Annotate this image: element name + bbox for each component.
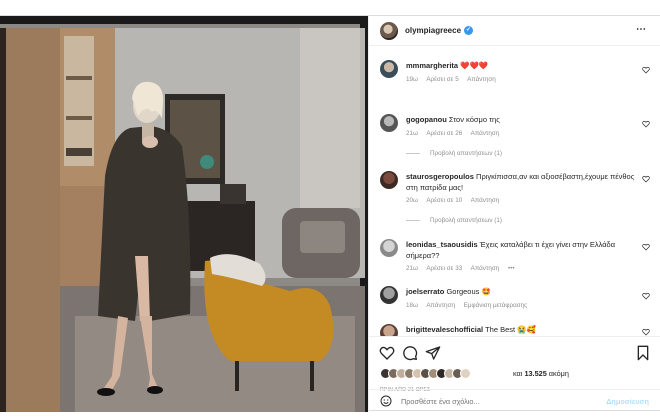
comment-avatar[interactable] <box>380 114 398 132</box>
comment-time: 21ω <box>406 130 418 137</box>
comment-item: staurosgeropoulos Πριγκίπισσα,αν και αξι… <box>380 171 650 231</box>
comment-body: ❤️❤️❤️ <box>460 61 489 70</box>
likes-count[interactable]: και 13.525 ακόμη <box>513 369 569 378</box>
instagram-post-modal: olympiagreece ✓ ⋯ mmmargherita ❤️❤️❤️ 19… <box>0 15 660 412</box>
comment-meta: 21ω Αρέσει σε 33 Απάντηση ••• <box>406 265 522 272</box>
comment-meta: 20ω Αρέσει σε 10 Απάντηση <box>406 197 506 204</box>
like-comment-heart-icon[interactable] <box>642 292 650 300</box>
like-comment-heart-icon[interactable] <box>642 66 650 74</box>
reply-button[interactable]: Απάντηση <box>471 197 500 204</box>
likers-avatars[interactable] <box>380 367 471 379</box>
comment-meta: 19ω Αρέσει σε 5 Απάντηση <box>406 76 503 83</box>
comment-text: leonidas_tsaousidis Έχεις καταλάβει τι έ… <box>406 240 636 261</box>
photo-image <box>0 16 368 412</box>
post-side-panel: olympiagreece ✓ ⋯ mmmargherita ❤️❤️❤️ 19… <box>368 16 660 412</box>
comment-item: gogopanou Στον κόσμο της 21ω Αρέσει σε 2… <box>380 114 650 164</box>
bookmark-icon[interactable] <box>635 345 651 361</box>
comment-time: 20ω <box>406 197 418 204</box>
more-icon[interactable]: ⋯ <box>636 24 647 35</box>
comment-avatar[interactable] <box>380 324 398 336</box>
like-comment-heart-icon[interactable] <box>642 175 650 183</box>
comment-username[interactable]: brigittevaleschofficial <box>406 325 483 334</box>
comment-text: mmmargherita ❤️❤️❤️ <box>406 61 636 72</box>
share-icon[interactable] <box>425 345 441 361</box>
comment-likes[interactable]: Αρέσει σε 26 <box>426 130 462 137</box>
likes-suffix: ακόμη <box>546 369 569 378</box>
comment-body: The Best 😭🥰 <box>485 325 536 334</box>
comment-avatar[interactable] <box>380 239 398 257</box>
reply-button[interactable]: Απάντηση <box>426 302 455 309</box>
comment-username[interactable]: mmmargherita <box>406 61 458 70</box>
view-replies-button[interactable]: Προβολή απαντήσεων (1) <box>406 150 502 157</box>
reply-button[interactable]: Απάντηση <box>471 130 500 137</box>
comment-text: gogopanou Στον κόσμο της <box>406 115 636 126</box>
comment-avatar[interactable] <box>380 171 398 189</box>
comment-text: staurosgeropoulos Πριγκίπισσα,αν και αξι… <box>406 172 636 193</box>
comment-item: mmmargherita ❤️❤️❤️ 19ω Αρέσει σε 5 Απάν… <box>380 60 650 96</box>
comment-icon[interactable] <box>402 345 418 361</box>
comment-username[interactable]: gogopanou <box>406 115 447 124</box>
comment-text: joelserrato Gorgeous 🤩 <box>406 287 636 298</box>
comment-username[interactable]: staurosgeropoulos <box>406 172 474 181</box>
comment-body: Στον κόσμο της <box>448 115 500 124</box>
author-username[interactable]: olympiagreece <box>405 26 461 35</box>
comment-likes[interactable]: Αρέσει σε 10 <box>426 197 462 204</box>
comment-time: 21ω <box>406 265 418 272</box>
add-comment-bar: Δημοσίευση <box>369 389 660 412</box>
comment-time: 19ω <box>406 76 418 83</box>
comment-meta: 18ω Απάντηση Εμφάνιση μετάφρασης <box>406 302 534 309</box>
verified-icon: ✓ <box>464 26 474 35</box>
comment-input[interactable] <box>401 397 581 406</box>
comment-options-icon[interactable]: ••• <box>508 265 515 272</box>
show-translation-button[interactable]: Εμφάνιση μετάφρασης <box>464 302 527 309</box>
like-comment-heart-icon[interactable] <box>642 120 650 128</box>
comment-avatar[interactable] <box>380 60 398 78</box>
reply-button[interactable]: Απάντηση <box>467 76 496 83</box>
author-avatar[interactable] <box>380 21 398 40</box>
like-comment-heart-icon[interactable] <box>642 243 650 251</box>
comment-text: brigittevaleschofficial The Best 😭🥰 <box>406 325 636 336</box>
emoji-icon[interactable] <box>380 395 392 407</box>
post-header: olympiagreece ✓ ⋯ <box>369 16 660 46</box>
comments-list: mmmargherita ❤️❤️❤️ 19ω Αρέσει σε 5 Απάν… <box>369 46 660 336</box>
comment-item: joelserrato Gorgeous 🤩 18ω Απάντηση Εμφά… <box>380 286 650 316</box>
comment-meta: 21ω Αρέσει σε 26 Απάντηση <box>406 130 506 137</box>
reply-button[interactable]: Απάντηση <box>471 265 500 272</box>
view-replies-button[interactable]: Προβολή απαντήσεων (1) <box>406 217 502 224</box>
comment-time: 18ω <box>406 302 418 309</box>
heart-icon[interactable] <box>379 345 395 361</box>
like-comment-heart-icon[interactable] <box>642 328 650 336</box>
post-comment-button[interactable]: Δημοσίευση <box>606 397 649 406</box>
comment-item: brigittevaleschofficial The Best 😭🥰 <box>380 324 650 336</box>
comment-item: leonidas_tsaousidis Έχεις καταλάβει τι έ… <box>380 239 650 275</box>
comment-body: Gorgeous 🤩 <box>446 287 491 296</box>
post-photo[interactable] <box>0 16 368 412</box>
likes-number: 13.525 <box>524 369 547 378</box>
comment-username[interactable]: joelserrato <box>406 287 444 296</box>
comment-avatar[interactable] <box>380 286 398 304</box>
comment-likes[interactable]: Αρέσει σε 5 <box>426 76 458 83</box>
comment-username[interactable]: leonidas_tsaousidis <box>406 240 478 249</box>
comment-likes[interactable]: Αρέσει σε 33 <box>426 265 462 272</box>
likes-prefix: και <box>513 369 525 378</box>
